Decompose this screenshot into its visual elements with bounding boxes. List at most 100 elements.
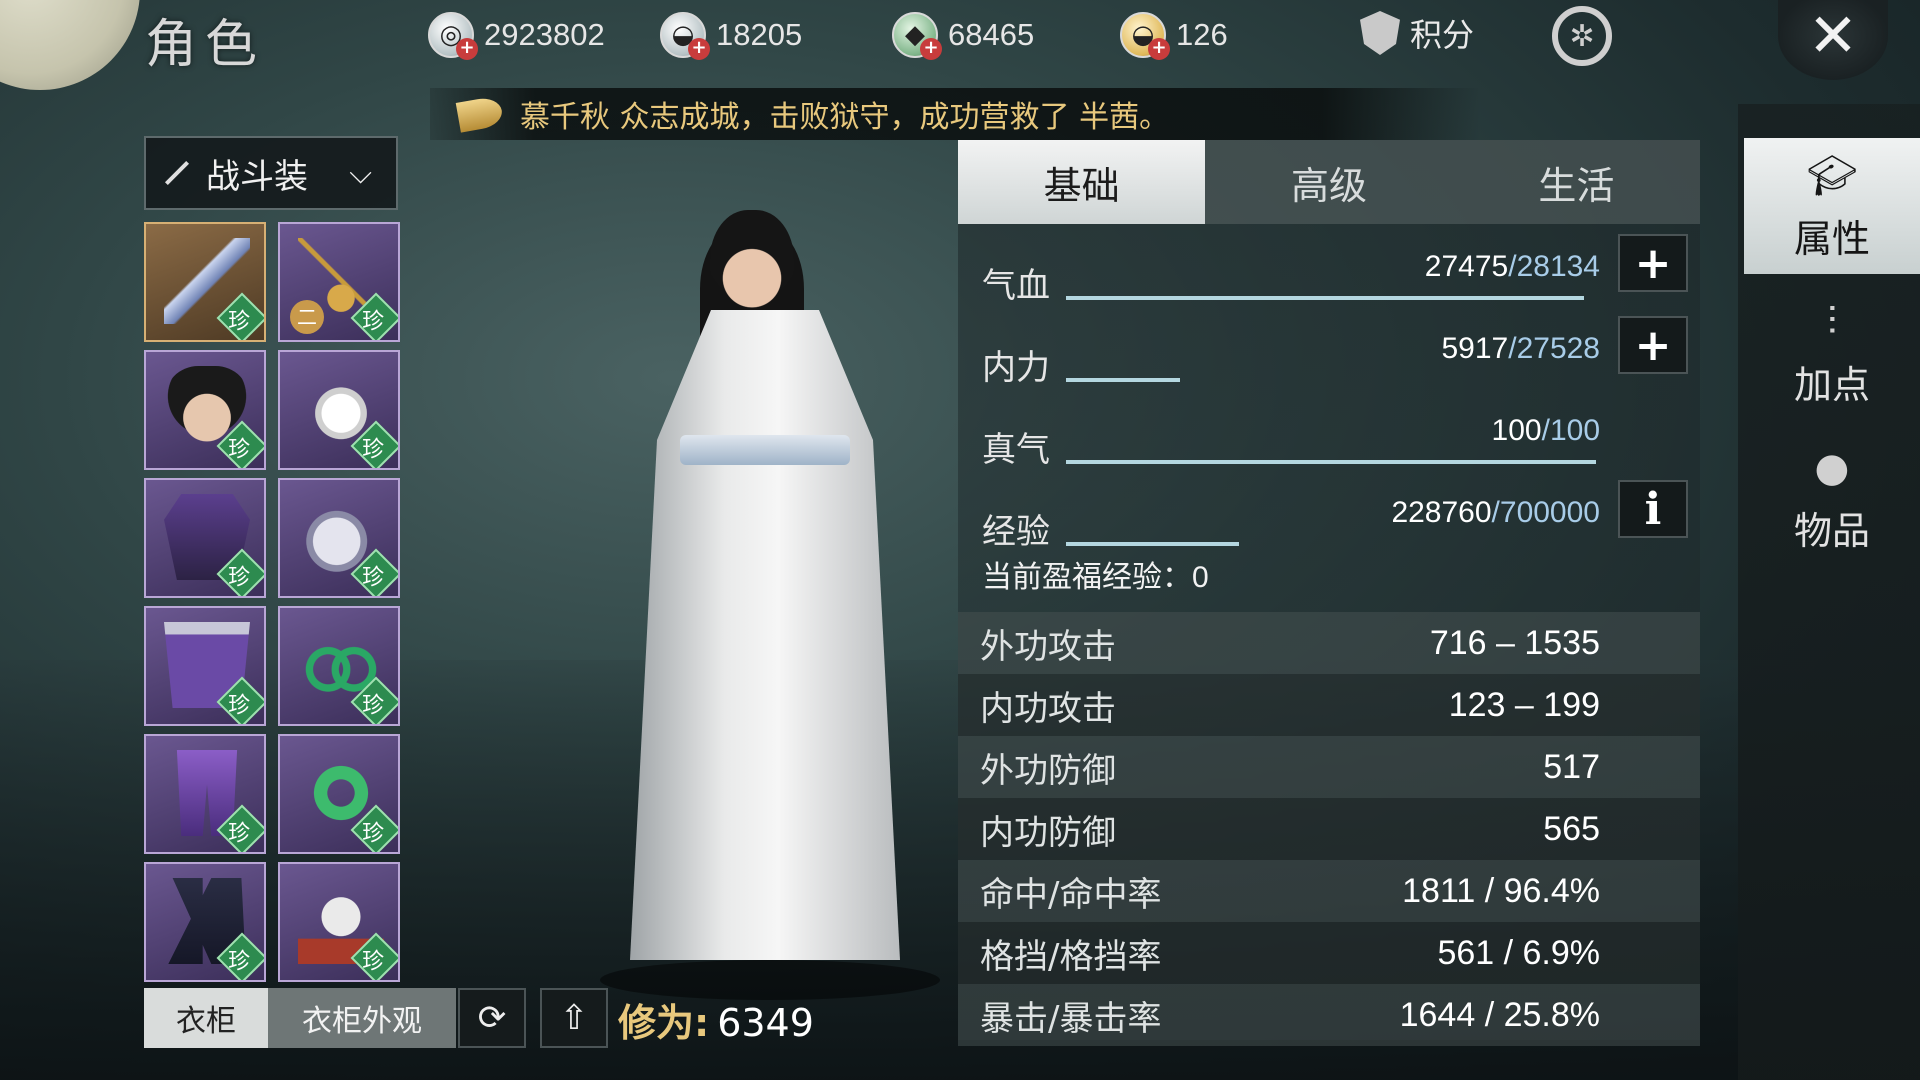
grade-tag: 二: [290, 300, 324, 334]
currency-gold[interactable]: ◒ + 126: [1120, 12, 1228, 60]
attribute-value: 517: [1543, 747, 1600, 786]
equip-slot-charm[interactable]: 珍: [278, 862, 400, 982]
points-label: 积分: [1410, 16, 1475, 54]
bonus-exp: 当前盈福经验：0: [958, 552, 1700, 612]
attribute-row: 命中/命中率 1811 / 96.4%: [958, 860, 1700, 922]
silver-ingot-icon: ◒ +: [660, 12, 710, 60]
currency-coin[interactable]: ◎ + 2923802: [428, 12, 605, 60]
add-inner-power-button[interactable]: +: [1618, 316, 1688, 374]
bonus-exp-label: 当前盈福经验：: [982, 560, 1192, 595]
stat-bar-true-qi: 真气 100/100: [958, 388, 1700, 470]
equip-slot-weapon[interactable]: 珍: [144, 222, 266, 342]
stat-fill: [1066, 378, 1180, 382]
currency-silver[interactable]: ◒ + 18205: [660, 12, 803, 60]
sword-icon: [164, 160, 190, 186]
gold-ingot-icon: ◒ +: [1120, 12, 1170, 60]
attribute-row: 内功攻击 123 – 199: [958, 674, 1700, 736]
equip-slot-pendant[interactable]: 二 珍: [278, 222, 400, 342]
attribute-value: 1644 / 25.8%: [1399, 995, 1600, 1034]
stats-tabs: 基础 高级 生活: [958, 140, 1700, 224]
wardrobe-button[interactable]: 衣柜: [144, 988, 268, 1048]
equip-slot-bracelet[interactable]: 珍: [278, 606, 400, 726]
equip-slot-chest[interactable]: 珍: [144, 478, 266, 598]
stats-panel: 基础 高级 生活 气血 27475/28134 + 内力 5917/27528 …: [958, 140, 1700, 1046]
stat-value: 100/100: [1491, 414, 1600, 447]
attribute-name: 内功防御: [980, 812, 1116, 853]
arrow-up-icon: ⇧: [559, 998, 589, 1038]
stat-label: 真气: [982, 430, 1050, 470]
attribute-name: 命中/命中率: [980, 874, 1162, 915]
attribute-row: 暴击/暴击率 1644 / 25.8%: [958, 984, 1700, 1046]
stat-value: 27475/28134: [1424, 250, 1600, 283]
character-sash: [680, 435, 850, 465]
bonus-exp-value: 0: [1192, 561, 1209, 594]
stat-track: [1066, 460, 1596, 464]
attribute-row: 外功防御 517: [958, 736, 1700, 798]
nav-attributes[interactable]: 🎓︎ 属性: [1744, 138, 1920, 274]
info-button[interactable]: i: [1618, 480, 1688, 538]
attribute-name: 暴击/暴击率: [980, 998, 1162, 1039]
page-title: 角色: [145, 15, 266, 75]
character-shadow: [600, 960, 940, 1000]
chevron-down-icon: ⌵: [349, 156, 372, 191]
tab-basic[interactable]: 基础: [958, 140, 1206, 224]
attribute-value: 123 – 199: [1448, 685, 1600, 724]
side-nav: 🎓︎ 属性 ⫶ 加点 ● 物品: [1738, 104, 1920, 1080]
character-model[interactable]: [560, 170, 980, 1000]
character-head: [710, 210, 794, 320]
notice-banner: 慕千秋 众志成城，击败狱守，成功营救了 半茜。: [430, 88, 1480, 140]
stat-fill: [1066, 542, 1240, 546]
equipment-grid: 珍 二 珍 珍 珍 珍 珍 珍 珍 珍 珍 珍 珍: [144, 222, 400, 982]
cultivation-value: 6349: [717, 1001, 814, 1045]
attribute-list: 外功攻击 716 – 1535 内功攻击 123 – 199 外功防御 517 …: [958, 612, 1700, 1046]
loadout-label: 战斗装: [206, 156, 308, 197]
cultivation-display: 修为: 6349: [618, 992, 814, 1047]
horn-icon: [455, 95, 505, 133]
currency-value: 68465: [948, 17, 1035, 52]
notice-text: 慕千秋 众志成城，击败狱守，成功营救了 半茜。: [520, 100, 1170, 135]
stat-track: [1066, 542, 1596, 546]
equip-slot-accessory[interactable]: 珍: [278, 350, 400, 470]
equip-slot-legs[interactable]: 珍: [144, 734, 266, 854]
close-icon: ✕: [1807, 1, 1859, 71]
add-health-button[interactable]: +: [1618, 234, 1688, 292]
stat-fill: [1066, 296, 1584, 300]
currency-jade[interactable]: ◆ + 68465: [892, 12, 1035, 60]
nav-label: 属性: [1793, 216, 1870, 261]
close-button[interactable]: ✕: [1778, 0, 1888, 80]
attribute-name: 外功攻击: [980, 626, 1116, 667]
refresh-button[interactable]: ⟳: [458, 988, 526, 1048]
nav-label: 物品: [1793, 508, 1870, 553]
equip-slot-ring[interactable]: 珍: [278, 734, 400, 854]
tab-life[interactable]: 生活: [1453, 140, 1700, 224]
currency-value: 126: [1176, 17, 1228, 52]
nav-label: 加点: [1793, 362, 1870, 407]
loadout-dropdown[interactable]: 战斗装 ⌵: [144, 136, 398, 210]
swirl-icon[interactable]: ✲: [1552, 6, 1612, 66]
nav-add-points[interactable]: ⫶ 加点: [1744, 284, 1920, 420]
stat-fill: [1066, 460, 1596, 464]
currency-value: 2923802: [484, 17, 605, 52]
attribute-value: 1811 / 96.4%: [1402, 871, 1600, 910]
stat-label: 内力: [982, 348, 1050, 388]
attribute-name: 内功攻击: [980, 688, 1116, 729]
equip-slot-boots[interactable]: 珍: [144, 862, 266, 982]
equip-slot-gloves[interactable]: 珍: [278, 478, 400, 598]
scholar-hat-icon: 🎓︎: [1806, 153, 1858, 199]
wardrobe-tabs: 衣柜 衣柜外观: [144, 988, 456, 1048]
upgrade-button[interactable]: ⇧: [540, 988, 608, 1048]
attribute-row: 格挡/格挡率 561 / 6.9%: [958, 922, 1700, 984]
attribute-name: 外功防御: [980, 750, 1116, 791]
equip-slot-belt[interactable]: 珍: [144, 606, 266, 726]
nav-items[interactable]: ● 物品: [1744, 430, 1920, 566]
tab-advanced[interactable]: 高级: [1205, 140, 1452, 224]
equip-slot-head[interactable]: 珍: [144, 350, 266, 470]
attribute-value: 565: [1543, 809, 1600, 848]
points-button[interactable]: 积分: [1360, 10, 1474, 56]
currency-value: 18205: [716, 17, 803, 52]
shield-icon: [1360, 11, 1400, 55]
top-bar: 角色 ◎ + 2923802 ◒ + 18205 ◆ + 68465 ◒ + 126 积…: [0, 0, 1920, 80]
stat-bar-health: 气血 27475/28134 +: [958, 224, 1700, 306]
stat-value: 5917/27528: [1441, 332, 1600, 365]
wardrobe-appearance-button[interactable]: 衣柜外观: [268, 988, 456, 1048]
